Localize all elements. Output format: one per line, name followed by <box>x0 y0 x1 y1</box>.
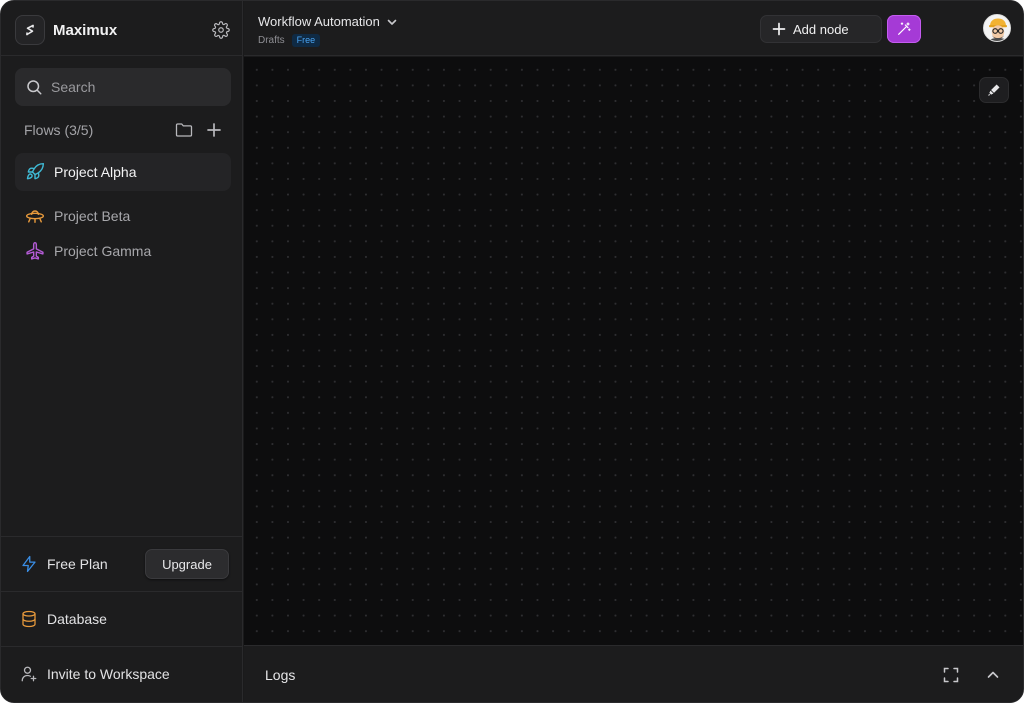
folder-icon[interactable] <box>174 120 194 140</box>
plan-badge: Free <box>291 34 321 47</box>
add-node-button[interactable]: Add node <box>760 15 882 43</box>
upgrade-button[interactable]: Upgrade <box>145 549 229 579</box>
chevron-down-icon <box>386 16 398 28</box>
flows-title: Flows (3/5) <box>24 122 94 138</box>
divider <box>1 55 243 56</box>
top-header: Workflow Automation Drafts Free Add node <box>244 1 1023 56</box>
workflow-title: Workflow Automation <box>258 14 380 29</box>
app-name: Maximux <box>53 21 118 39</box>
plus-icon[interactable] <box>204 120 224 140</box>
database-row[interactable]: Database <box>1 592 243 646</box>
workflow-title-dropdown[interactable]: Workflow Automation <box>258 14 398 29</box>
rocket-icon <box>25 162 45 182</box>
search-box[interactable] <box>15 68 231 106</box>
plan-label: Free Plan <box>47 556 108 572</box>
brand[interactable]: Maximux <box>15 15 117 45</box>
logs-title: Logs <box>265 667 296 683</box>
workflow-canvas[interactable] <box>244 57 1023 645</box>
flow-item-label: Project Beta <box>54 208 131 224</box>
lightning-icon <box>20 554 38 574</box>
sidebar: Maximux Flows (3/5) <box>1 1 243 702</box>
breadcrumb-drafts[interactable]: Drafts <box>258 35 285 46</box>
add-node-label: Add node <box>793 21 849 37</box>
breadcrumb: Drafts Free <box>258 34 321 47</box>
expand-icon[interactable] <box>941 665 961 685</box>
logs-panel: Logs <box>244 645 1023 702</box>
search-icon <box>25 78 43 96</box>
invite-label: Invite to Workspace <box>47 666 170 682</box>
invite-row[interactable]: Invite to Workspace <box>1 647 243 701</box>
app-window: Maximux Flows (3/5) <box>0 0 1024 703</box>
magic-wand-button[interactable] <box>887 15 921 43</box>
user-plus-icon <box>20 664 38 684</box>
search-input[interactable] <box>51 79 211 95</box>
database-icon <box>20 609 38 629</box>
flow-item-project-alpha[interactable]: Project Alpha <box>15 153 231 191</box>
pen-tool-button[interactable] <box>979 77 1009 103</box>
logo-icon <box>15 15 45 45</box>
flow-item-project-beta[interactable]: Project Beta <box>15 197 231 235</box>
flows-header: Flows (3/5) <box>24 120 224 140</box>
chevron-up-icon[interactable] <box>983 665 1003 685</box>
plane-icon <box>25 241 45 261</box>
plus-icon <box>772 22 786 36</box>
gear-icon[interactable] <box>210 19 232 41</box>
magic-wand-icon <box>896 21 912 37</box>
ufo-icon <box>25 206 45 226</box>
flow-item-project-gamma[interactable]: Project Gamma <box>15 232 231 270</box>
pen-icon <box>987 83 1001 97</box>
flow-item-label: Project Alpha <box>54 164 137 180</box>
flow-item-label: Project Gamma <box>54 243 152 259</box>
avatar[interactable] <box>983 14 1011 42</box>
database-label: Database <box>47 611 107 627</box>
